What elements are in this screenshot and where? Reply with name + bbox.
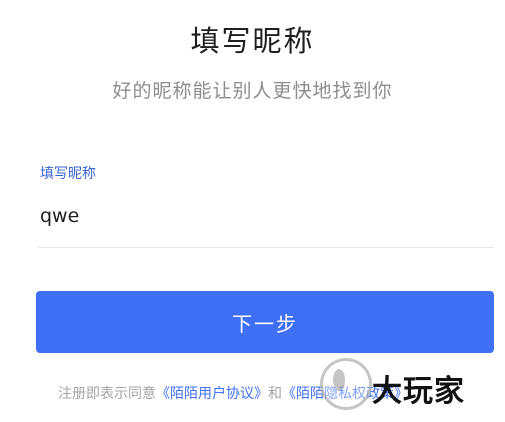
privacy-policy-link[interactable]: 《陌陌隐私权政策》 <box>282 386 408 402</box>
next-button[interactable]: 下一步 <box>36 291 494 353</box>
page-subtitle: 好的昵称能让别人更快地找到你 <box>112 80 393 102</box>
agreement-text: 注册即表示同意《陌陌用户协议》和《陌陌隐私权政策》 <box>58 383 408 403</box>
agreement-prefix: 注册即表示同意 <box>58 386 156 402</box>
page-title: 填写昵称 <box>190 24 315 58</box>
nickname-input[interactable] <box>38 196 496 236</box>
user-agreement-link[interactable]: 《陌陌用户协议》 <box>156 386 268 402</box>
nickname-label: 填写昵称 <box>40 166 96 182</box>
input-underline <box>38 247 494 248</box>
agreement-conjunction: 和 <box>268 386 282 402</box>
